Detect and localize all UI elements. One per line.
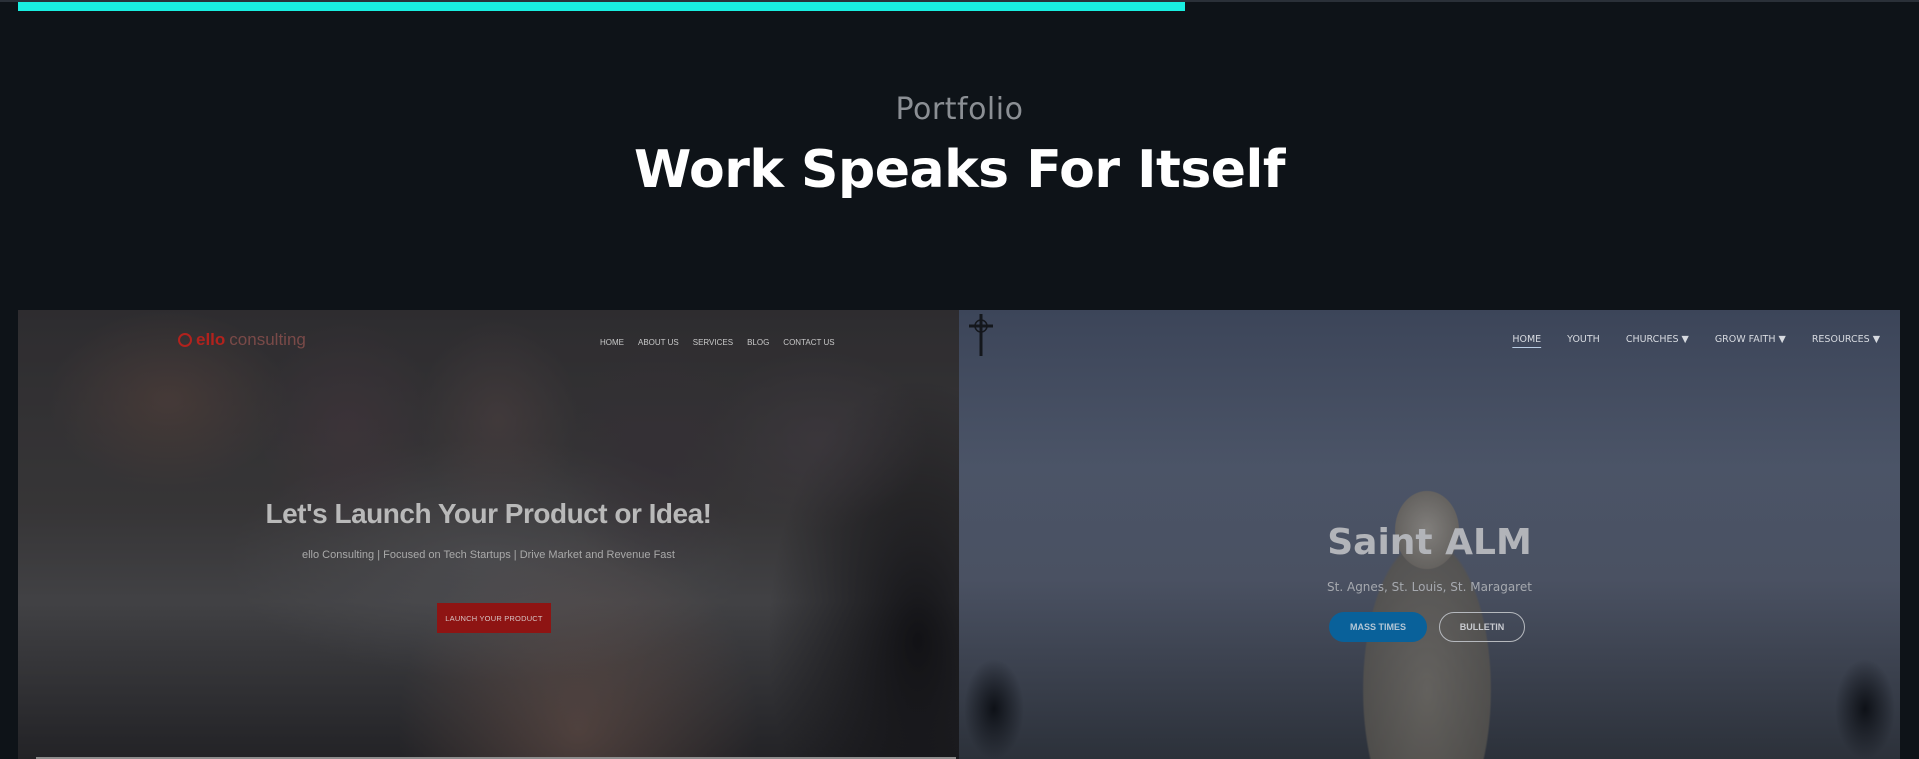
saint-alm-title: Saint ALM bbox=[1327, 522, 1532, 563]
ello-nav-item: BLOG bbox=[747, 338, 770, 347]
tree-silhouette bbox=[1830, 649, 1900, 759]
caret-down-icon: ▼ bbox=[1778, 334, 1786, 345]
image-overlay bbox=[18, 310, 959, 759]
nav-label: YOUTH bbox=[1567, 334, 1600, 345]
portfolio-item-saint-alm[interactable]: HOME YOUTH CHURCHES ▼ GROW FAITH ▼ RESOURC… bbox=[959, 310, 1900, 759]
caret-down-icon: ▼ bbox=[1681, 334, 1689, 345]
saint-alm-nav-item: CHURCHES ▼ bbox=[1626, 334, 1689, 345]
caret-down-icon: ▼ bbox=[1872, 334, 1880, 345]
portfolio-item-ello-consulting[interactable]: ello consulting HOME ABOUT US SERVICES B… bbox=[18, 310, 959, 759]
ello-logo-text: ello bbox=[196, 330, 226, 349]
launch-product-button: LAUNCH YOUR PRODUCT bbox=[437, 603, 551, 633]
ello-nav-item: HOME bbox=[600, 338, 624, 347]
tree-silhouette bbox=[959, 649, 1029, 759]
cross-logo-icon bbox=[969, 314, 993, 356]
scroll-progress-fill bbox=[18, 2, 1186, 11]
bulletin-button: BULLETIN bbox=[1439, 612, 1525, 642]
saint-alm-nav-item: YOUTH bbox=[1567, 334, 1600, 345]
saint-alm-nav-item: GROW FAITH ▼ bbox=[1715, 334, 1786, 345]
nav-label: HOME bbox=[1512, 334, 1542, 345]
ello-logo-icon bbox=[178, 333, 192, 347]
ello-logo: ello consulting bbox=[178, 330, 306, 350]
saint-alm-nav-item: RESOURCES ▼ bbox=[1812, 334, 1880, 345]
ello-logo-subtext: consulting bbox=[229, 330, 306, 349]
ello-nav: HOME ABOUT US SERVICES BLOG CONTACT US bbox=[600, 338, 835, 347]
ello-nav-item: CONTACT US bbox=[783, 338, 835, 347]
ello-nav-item: SERVICES bbox=[692, 338, 734, 347]
saint-alm-nav-item: HOME bbox=[1512, 334, 1541, 345]
saint-alm-subtitle: St. Agnes, St. Louis, St. Maragaret bbox=[1327, 580, 1532, 594]
saint-alm-nav: HOME YOUTH CHURCHES ▼ GROW FAITH ▼ RESOURC… bbox=[1512, 334, 1880, 345]
nav-label: CHURCHES bbox=[1625, 334, 1679, 345]
ello-headline: Let's Launch Your Product or Idea! bbox=[265, 498, 712, 529]
mass-times-button: MASS TIMES bbox=[1329, 612, 1427, 642]
section-label: Portfolio bbox=[895, 92, 1024, 127]
ello-tagline: ello Consulting | Focused on Tech Startu… bbox=[302, 549, 675, 561]
scroll-progress-bar bbox=[18, 2, 1901, 11]
nav-label: GROW FAITH bbox=[1714, 334, 1776, 345]
nav-label: RESOURCES bbox=[1811, 334, 1870, 345]
ello-nav-item: ABOUT US bbox=[638, 338, 679, 347]
section-heading: Work Speaks For Itself bbox=[634, 140, 1285, 200]
